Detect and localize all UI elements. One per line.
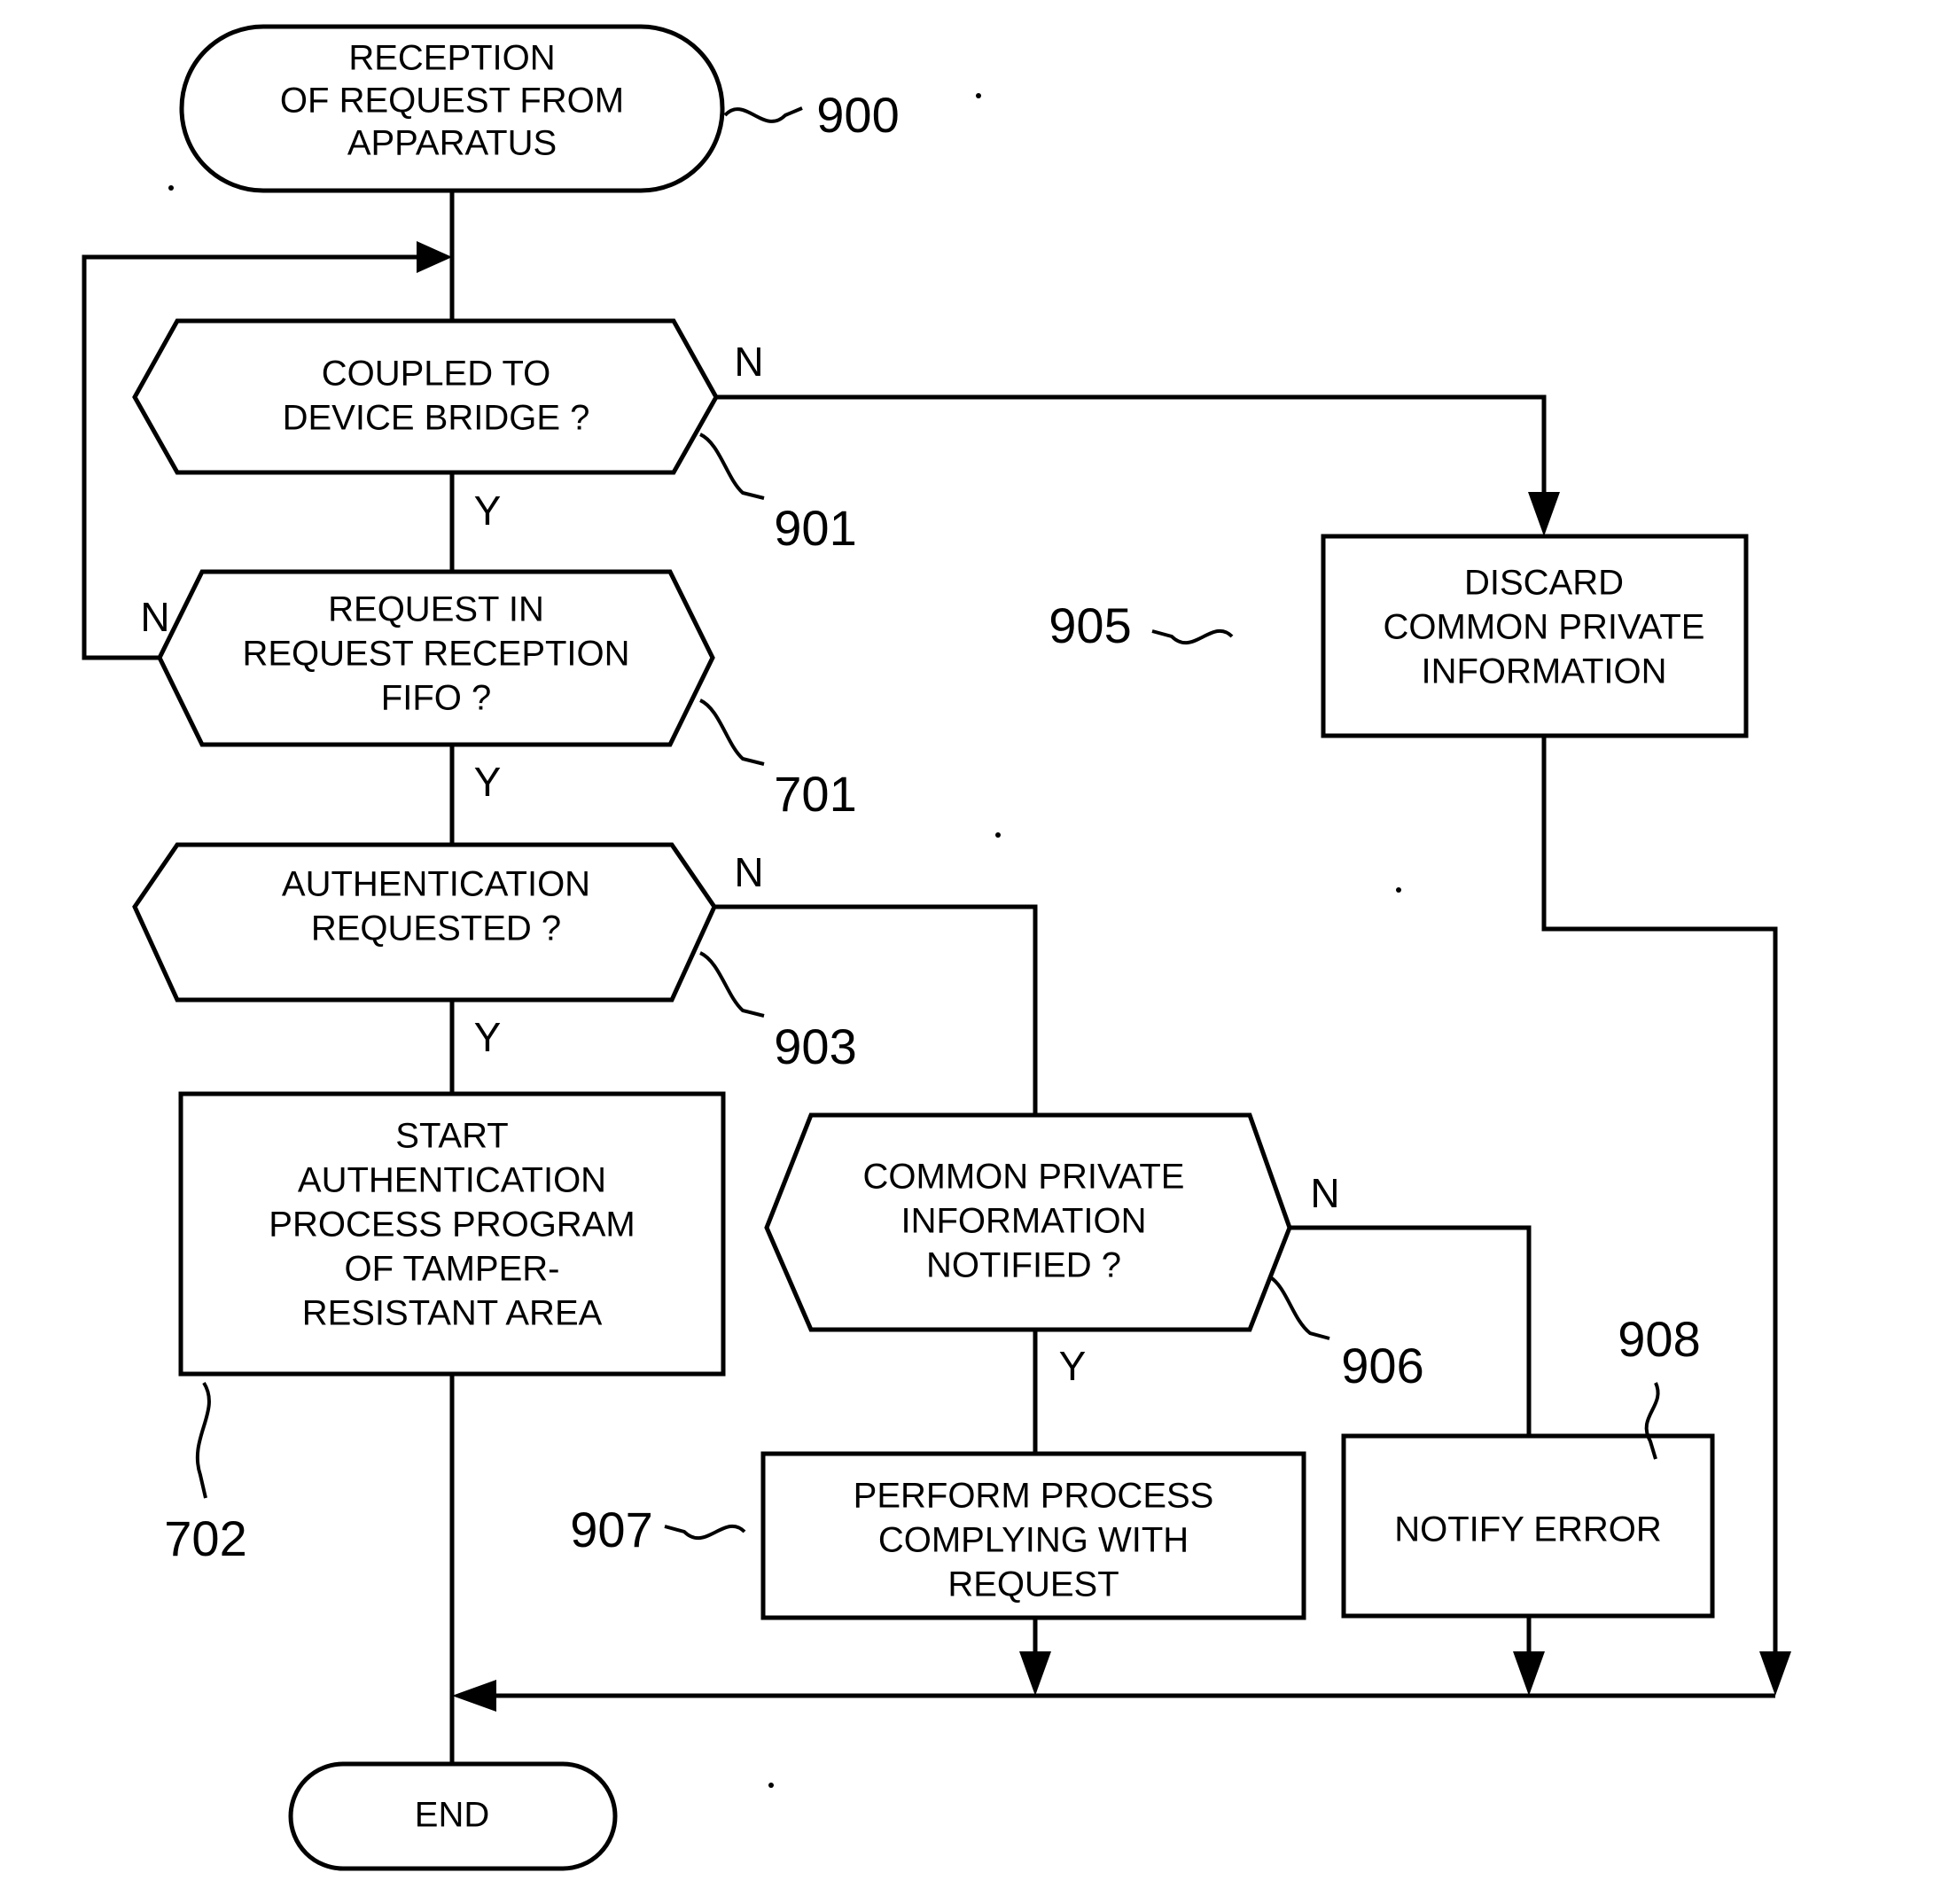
node-coupled-to-device-bridge[interactable] xyxy=(132,318,719,475)
edge-906-no xyxy=(1290,1225,1532,1436)
ref-label-905: 905 xyxy=(1049,597,1131,653)
node-906-line3: NOTIFIED ? xyxy=(926,1246,1121,1285)
scan-speck xyxy=(976,93,981,98)
node-905-line1: DISCARD xyxy=(1464,564,1624,603)
scan-speck xyxy=(168,185,174,191)
node-908-line1: NOTIFY ERROR xyxy=(1394,1510,1662,1549)
leader-900 xyxy=(723,106,803,123)
node-900-line2: OF REQUEST FROM xyxy=(280,82,624,121)
ref-label-907: 907 xyxy=(570,1502,652,1557)
leader-903 xyxy=(699,951,765,1018)
node-702-line2: AUTHENTICATION xyxy=(298,1161,606,1200)
edge-901-no xyxy=(716,394,1547,512)
ref-label-906: 906 xyxy=(1341,1338,1423,1393)
scan-speck xyxy=(1396,887,1401,893)
leader-702 xyxy=(195,1381,211,1499)
ref-label-900: 900 xyxy=(816,87,899,143)
ref-label-901: 901 xyxy=(774,500,856,556)
ref-label-702: 702 xyxy=(164,1510,246,1566)
node-901-line1: COUPLED TO xyxy=(322,355,551,394)
node-702-line1: START xyxy=(395,1117,508,1156)
leader-701 xyxy=(699,698,765,766)
node-701-line2: REQUEST RECEPTION xyxy=(242,635,629,674)
flowchart-canvas: RECEPTION OF REQUEST FROM APPARATUS 900 … xyxy=(0,0,1957,1904)
node-901-line2: DEVICE BRIDGE ? xyxy=(283,399,590,438)
flowchart-svg: RECEPTION OF REQUEST FROM APPARATUS 900 … xyxy=(82,24,1791,1871)
node-906-line1: COMMON PRIVATE xyxy=(863,1158,1185,1197)
arrowhead-bus-left xyxy=(452,1680,496,1712)
node-900-line3: APPARATUS xyxy=(347,124,557,163)
node-907-line1: PERFORM PROCESS xyxy=(854,1477,1214,1516)
node-905-line3: INFORMATION xyxy=(1421,652,1666,691)
branch-label-903-no: N xyxy=(734,849,763,895)
leader-905 xyxy=(1151,628,1234,644)
ref-label-701: 701 xyxy=(774,766,856,822)
node-end-line1: END xyxy=(415,1796,489,1835)
node-702-line5: RESISTANT AREA xyxy=(302,1294,603,1333)
arrowhead-907-out xyxy=(1019,1651,1051,1696)
branch-label-906-no: N xyxy=(1310,1170,1339,1216)
node-702-line3: PROCESS PROGRAM xyxy=(269,1206,635,1245)
node-701-line3: FIFO ? xyxy=(381,679,491,718)
arrowhead-loopback xyxy=(417,241,452,273)
branch-label-906-yes: Y xyxy=(1059,1343,1087,1389)
leader-907 xyxy=(664,1524,746,1540)
branch-label-901-yes: Y xyxy=(474,488,502,534)
branch-label-701-yes: Y xyxy=(474,759,502,805)
node-903-line2: REQUESTED ? xyxy=(311,909,561,948)
node-702-line4: OF TAMPER- xyxy=(345,1250,560,1289)
node-905-line2: COMMON PRIVATE xyxy=(1384,608,1705,647)
node-907-line3: REQUEST xyxy=(947,1565,1119,1604)
arrowhead-901-no xyxy=(1528,492,1560,536)
edge-903-no xyxy=(714,904,1038,1115)
branch-label-903-yes: Y xyxy=(474,1014,502,1060)
leader-901 xyxy=(699,433,765,500)
leader-906 xyxy=(1267,1275,1330,1340)
node-907-line2: COMPLYING WITH xyxy=(878,1521,1189,1560)
node-701-line1: REQUEST IN xyxy=(328,590,544,629)
branch-label-701-no: N xyxy=(140,594,169,640)
ref-label-903: 903 xyxy=(774,1018,856,1074)
scan-speck xyxy=(995,832,1001,838)
ref-label-908: 908 xyxy=(1618,1311,1700,1367)
arrowhead-908-out xyxy=(1513,1651,1545,1696)
arrowhead-905-out xyxy=(1759,1651,1791,1696)
node-906-line2: INFORMATION xyxy=(901,1202,1146,1241)
node-903-line1: AUTHENTICATION xyxy=(282,865,590,904)
node-900-line1: RECEPTION xyxy=(348,39,555,78)
branch-label-901-no: N xyxy=(734,339,763,385)
scan-speck xyxy=(768,1783,774,1788)
